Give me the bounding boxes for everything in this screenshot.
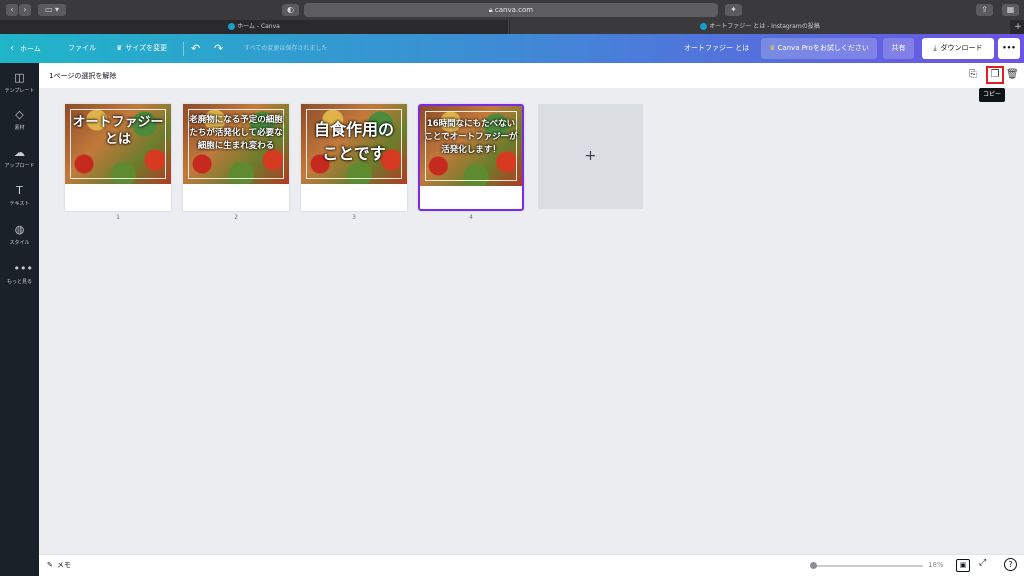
text-icon: T bbox=[16, 184, 23, 197]
rail-item-styles[interactable]: ◍ スタイル bbox=[0, 223, 39, 247]
palette-icon: ◍ bbox=[14, 223, 25, 236]
editor-toolbar: ‹ ホーム ファイル ♛ サイズを変更 ↶ ↷ すべての変更は保存されました オート… bbox=[0, 34, 1024, 63]
rail-label: テンプレート bbox=[4, 88, 35, 94]
copy-tooltip: コピー bbox=[979, 88, 1005, 102]
help-button[interactable]: ? bbox=[1004, 558, 1017, 571]
download-button[interactable]: ⤓ ダウンロード bbox=[922, 38, 994, 59]
notes-label: メモ bbox=[56, 561, 71, 569]
back-icon[interactable]: ‹ bbox=[6, 4, 18, 16]
resize-button[interactable]: ♛ サイズを変更 bbox=[116, 34, 167, 63]
browser-tabs: ホーム - Canva オートファジー とは - Instagramの投稿 + bbox=[0, 20, 1024, 34]
undo-icon[interactable]: ↶ bbox=[191, 34, 200, 63]
rail-label: テキスト bbox=[9, 201, 30, 207]
page-caption: 16時間なにもたべないことでオートファジーが活発化します！ bbox=[424, 119, 518, 155]
toolbar-divider bbox=[183, 42, 184, 56]
template-icon: ◫ bbox=[14, 71, 25, 84]
download-label: ダウンロード bbox=[940, 44, 983, 52]
more-options-button[interactable]: ••• bbox=[998, 38, 1020, 59]
sidebar-toggle-icon[interactable]: ▭ ▾ bbox=[38, 4, 66, 16]
zoom-slider-handle[interactable] bbox=[810, 562, 817, 569]
page-image: 老廃物になる予定の細胞たちが活発化して必要な細胞に生まれ変わる bbox=[183, 104, 289, 184]
delete-page-icon[interactable]: 🗑︎ bbox=[1006, 69, 1019, 80]
file-menu-button[interactable]: ファイル bbox=[68, 34, 96, 63]
page-number: 1 bbox=[116, 214, 120, 221]
page-thumbnail-4-selected[interactable]: 16時間なにもたべないことでオートファジーが活発化します！ bbox=[418, 104, 524, 211]
page-caption: 自食作用のことです bbox=[313, 120, 394, 163]
upload-icon: ☁ bbox=[14, 146, 25, 159]
crown-icon: ♛ bbox=[116, 44, 123, 52]
forward-icon[interactable]: › bbox=[19, 4, 31, 16]
page-image: オートファジー とは bbox=[65, 104, 171, 184]
tab-overview-icon[interactable]: ▦ bbox=[1002, 4, 1019, 16]
rail-item-elements[interactable]: ◇ 素材 bbox=[0, 108, 39, 132]
page-number: 4 bbox=[469, 214, 473, 221]
rail-item-templates[interactable]: ◫ テンプレート bbox=[0, 71, 39, 95]
page-thumbnail-1[interactable]: オートファジー とは bbox=[65, 104, 171, 211]
canva-favicon-icon bbox=[700, 23, 708, 30]
copy-page-icon[interactable]: ❐ bbox=[986, 66, 1004, 84]
canva-pro-trial-button[interactable]: ♛ Canva Proをお試しください bbox=[761, 38, 877, 59]
new-tab-button[interactable]: + bbox=[1012, 20, 1024, 34]
bottom-bar: ✎ メモ 18% ▣ ⤢ ? bbox=[39, 554, 1024, 576]
elements-icon: ◇ bbox=[15, 108, 24, 121]
pro-trial-label: Canva Proをお試しください bbox=[777, 44, 869, 52]
browser-tab-design[interactable]: オートファジー とは - Instagramの投稿 bbox=[510, 20, 1010, 34]
page-caption: 老廃物になる予定の細胞たちが活発化して必要な細胞に生まれ変わる bbox=[189, 115, 283, 151]
redo-icon[interactable]: ↷ bbox=[214, 34, 223, 63]
canva-favicon-icon bbox=[228, 23, 236, 30]
rail-label: スタイル bbox=[9, 240, 30, 246]
notes-icon: ✎ bbox=[47, 561, 53, 569]
side-panel-rail: ◫ テンプレート ◇ 素材 ☁ アップロード T テキスト ◍ スタイル ••• もっと見る bbox=[0, 63, 39, 576]
save-status: すべての変更は保存されました bbox=[244, 45, 328, 52]
rail-label: 素材 bbox=[14, 125, 25, 131]
page-image: 16時間なにもたべないことでオートファジーが活発化します！ bbox=[420, 106, 522, 186]
tab-label: オートファジー とは - Instagramの投稿 bbox=[709, 23, 820, 30]
browser-toolbar: ‹ › ▭ ▾ ◐ 🔒︎ canva.com ✦ ⇪ ▦ bbox=[0, 0, 1024, 20]
add-page-button[interactable]: + bbox=[538, 104, 643, 209]
page-number: 3 bbox=[352, 214, 356, 221]
rail-label: もっと見る bbox=[6, 279, 32, 285]
tab-label: ホーム - Canva bbox=[237, 23, 280, 30]
zoom-level[interactable]: 18% bbox=[928, 561, 944, 569]
fullscreen-icon[interactable]: ⤢ bbox=[979, 558, 986, 568]
page-caption: オートファジー とは bbox=[72, 115, 164, 147]
more-dots-icon: ••• bbox=[13, 262, 33, 275]
rail-label: アップロード bbox=[4, 163, 35, 169]
document-title[interactable]: オートファジー とは bbox=[684, 34, 749, 63]
resize-label: サイズを変更 bbox=[125, 44, 168, 52]
page-number: 2 bbox=[234, 214, 238, 221]
deselect-page-link[interactable]: 1ページの選択を解除 bbox=[49, 71, 116, 81]
zoom-slider[interactable] bbox=[813, 565, 923, 567]
crown-icon: ♛ bbox=[769, 44, 776, 52]
page-thumbnail-2[interactable]: 老廃物になる予定の細胞たちが活発化して必要な細胞に生まれ変わる bbox=[183, 104, 289, 211]
privacy-shield-icon[interactable]: ◐ bbox=[282, 4, 299, 16]
rail-item-text[interactable]: T テキスト bbox=[0, 184, 39, 208]
home-button[interactable]: ‹ ホーム bbox=[10, 34, 41, 63]
rail-item-more[interactable]: ••• もっと見る bbox=[0, 262, 39, 286]
download-icon: ⤓ bbox=[933, 44, 937, 52]
page-thumbnail-3[interactable]: 自食作用のことです bbox=[301, 104, 407, 211]
grid-view-icon[interactable]: ▣ bbox=[956, 559, 970, 572]
rail-item-uploads[interactable]: ☁ アップロード bbox=[0, 146, 39, 170]
address-text: canva.com bbox=[494, 6, 534, 14]
page-image: 自食作用のことです bbox=[301, 104, 407, 184]
chevron-left-icon: ‹ bbox=[10, 43, 14, 54]
notes-button[interactable]: ✎ メモ bbox=[47, 560, 71, 570]
home-label: ホーム bbox=[20, 45, 41, 53]
add-page-icon[interactable]: ⎘ bbox=[969, 69, 977, 80]
browser-tab-home[interactable]: ホーム - Canva bbox=[0, 20, 509, 34]
reader-icon[interactable]: ✦ bbox=[725, 4, 742, 16]
page-action-bar: 1ページの選択を解除 ⎘ ❐ 🗑︎ bbox=[39, 63, 1024, 88]
share-browser-icon[interactable]: ⇪ bbox=[976, 4, 993, 16]
share-button[interactable]: 共有 bbox=[883, 38, 914, 59]
address-bar[interactable]: 🔒︎ canva.com bbox=[304, 3, 718, 17]
